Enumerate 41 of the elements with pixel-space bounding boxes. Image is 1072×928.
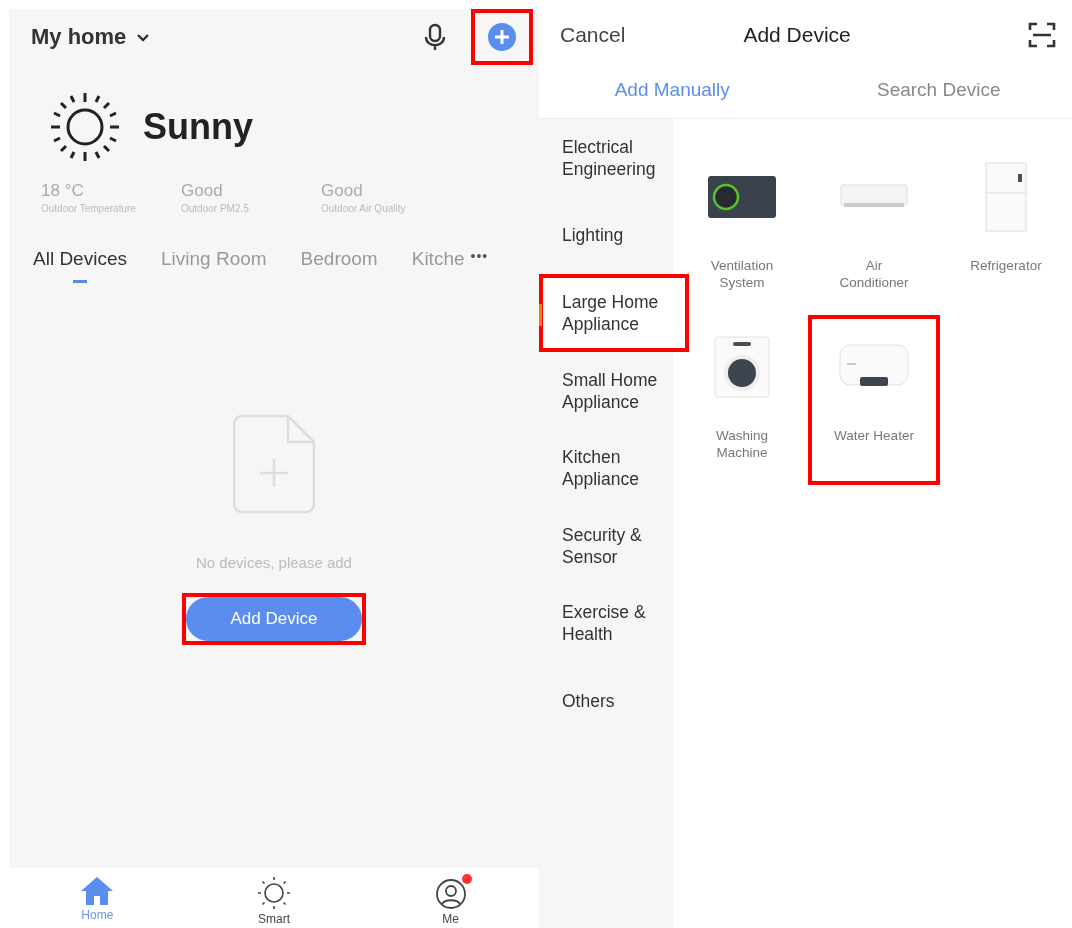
nav-tab[interactable]: Me [362, 868, 539, 928]
category-item[interactable]: Security & Sensor [539, 507, 673, 585]
air-conditioner-icon [840, 184, 908, 210]
category-item[interactable]: Exercise & Health [539, 584, 673, 662]
empty-document-icon [233, 414, 315, 514]
category-item[interactable]: Small Home Appliance [539, 352, 673, 430]
stat-value: Good [321, 181, 364, 201]
screen-title: Add Device [743, 23, 851, 47]
home-icon [80, 876, 115, 906]
category-item[interactable]: Kitchen Appliance [539, 429, 673, 507]
mode-tab[interactable]: Search Device [805, 70, 1072, 118]
empty-message: No devices, please add [196, 554, 352, 571]
device-tile[interactable]: Air Conditioner [808, 145, 940, 315]
more-button[interactable]: ••• [470, 248, 489, 264]
device-tile[interactable]: Water Heater [808, 315, 940, 485]
cancel-button[interactable]: Cancel [560, 23, 626, 47]
stat-label: Outdoor Air Quality [321, 203, 407, 214]
scan-icon[interactable] [1028, 22, 1056, 48]
room-tab[interactable]: All Devices [33, 248, 127, 283]
category-item[interactable]: Lighting [539, 196, 673, 274]
microphone-icon[interactable] [423, 23, 447, 51]
plus-circle-icon [487, 22, 517, 52]
stat-value: 18 °C [41, 181, 85, 201]
ventilation-panel-icon [707, 175, 777, 219]
stat-label: Outdoor PM2.5 [181, 203, 250, 214]
category-item[interactable]: Large Home Appliance [539, 274, 689, 352]
device-tile[interactable]: Refrigerator [940, 145, 1072, 315]
category-item[interactable]: Others [539, 662, 673, 740]
home-title[interactable]: My home [31, 24, 127, 50]
washing-machine-icon [714, 336, 770, 398]
weather-condition: Sunny [143, 106, 253, 148]
chevron-down-icon[interactable] [136, 32, 151, 42]
profile-icon [433, 876, 468, 910]
sun-icon [49, 91, 121, 163]
sun-icon [257, 876, 291, 910]
category-item[interactable]: Electrical Engineering [539, 119, 673, 197]
nav-tab[interactable]: Smart [185, 868, 363, 928]
refrigerator-icon [985, 162, 1027, 232]
stat-label: Outdoor Temperature [41, 203, 137, 214]
add-button[interactable] [471, 9, 533, 65]
stat-value: Good [181, 181, 224, 201]
